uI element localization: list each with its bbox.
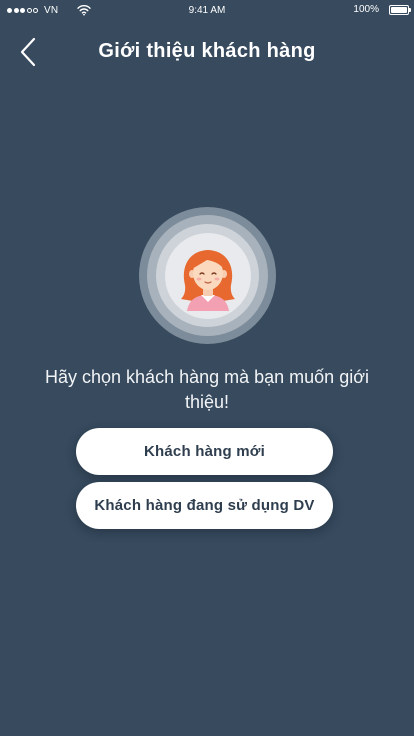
new-customer-button[interactable]: Khách hàng mới bbox=[76, 428, 333, 475]
battery-percent: 100% bbox=[353, 4, 379, 15]
avatar-ring bbox=[156, 224, 259, 327]
status-right: 100% bbox=[353, 4, 411, 15]
female-customer-avatar-icon bbox=[180, 249, 235, 311]
status-bar: VN 9:41 AM 100% bbox=[0, 0, 414, 22]
screen: VN 9:41 AM 100% Giới thiệu khách hàng Hã… bbox=[0, 0, 414, 736]
existing-customer-button[interactable]: Khách hàng đang sử dụng DV bbox=[76, 482, 333, 529]
battery-icon bbox=[389, 4, 411, 15]
battery-fill bbox=[391, 6, 407, 13]
avatar-circle bbox=[164, 232, 251, 319]
header: Giới thiệu khách hàng bbox=[0, 28, 414, 76]
avatar-ring bbox=[147, 215, 268, 336]
page-title: Giới thiệu khách hàng bbox=[98, 40, 316, 62]
status-time: 9:41 AM bbox=[188, 5, 226, 16]
avatar bbox=[139, 207, 276, 344]
prompt-text: Hãy chọn khách hàng mà bạn muốn giới thi… bbox=[45, 367, 369, 412]
